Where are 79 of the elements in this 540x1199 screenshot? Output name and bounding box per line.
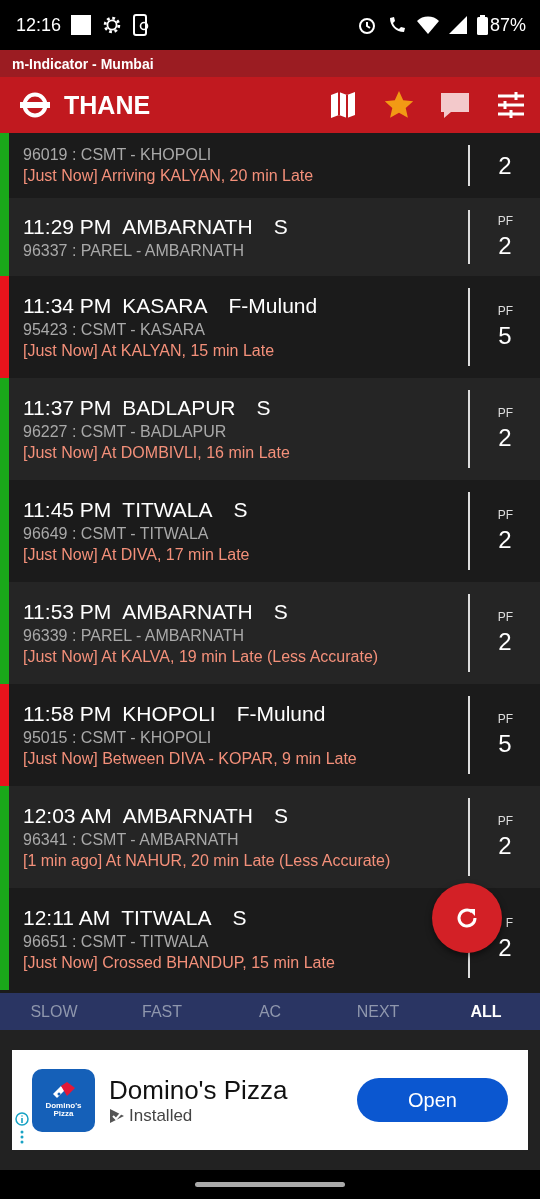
departure-time: 11:45 PM (23, 498, 112, 522)
filter-tab[interactable]: FAST (108, 993, 216, 1030)
platform-label: PF (497, 712, 513, 726)
platform-label: PF (497, 304, 513, 318)
install-status: Installed (129, 1105, 193, 1126)
train-number: 96337 : PAREL - AMBARNATH (23, 241, 246, 260)
platform-number: 2 (498, 232, 512, 260)
train-number: 96019 : CSMT - KHOPOLI (23, 146, 213, 164)
destination: KHOPOLI (122, 702, 216, 726)
live-status: [Just Now] Crossed BHANDUP, 15 min Late (23, 954, 336, 972)
filter-tab[interactable]: AC (216, 993, 324, 1030)
app-icon: Domino's Pizza (32, 1068, 95, 1132)
alarm-icon (356, 15, 377, 35)
train-type: F-Mulund (236, 702, 326, 726)
train-type: S (274, 804, 289, 828)
roundel-icon (20, 92, 50, 118)
train-type: S (273, 214, 288, 239)
destination: KASARA (122, 294, 208, 318)
notification-square-icon (71, 15, 92, 35)
live-status: [Just Now] At KALVA, 19 min Late (Less Accurate) (23, 648, 380, 666)
clock: 12:16 (16, 14, 62, 36)
train-number: 96649 : CSMT - TITWALA (23, 525, 210, 543)
train-type: S (232, 906, 247, 930)
platform-number: 2 (498, 832, 512, 860)
platform-number: 2 (498, 628, 512, 656)
platform-label: PF (497, 610, 513, 624)
train-number: 95423 : CSMT - KASARA (23, 321, 206, 339)
train-number: 96227 : CSMT - BADLAPUR (23, 423, 228, 441)
platform-number: 5 (498, 322, 512, 350)
live-status: [Just Now] Arriving KALYAN, 20 min Late (23, 167, 315, 185)
train-number: 96341 : CSMT - AMBARNATH (23, 831, 240, 849)
platform-number: 2 (498, 424, 512, 452)
train-number: 96651 : CSMT - TITWALA (23, 933, 210, 951)
platform-label: PF (497, 814, 513, 828)
platform-label: F (504, 916, 513, 930)
live-status: [Just Now] At DOMBIVLI, 16 min Late (23, 444, 291, 462)
platform-label: PF (497, 508, 513, 522)
train-type: S (233, 498, 248, 522)
open-button[interactable]: Open (357, 1078, 508, 1122)
destination: AMBARNATH (122, 804, 254, 828)
station-name[interactable]: THANE (64, 90, 151, 120)
play-check-icon (109, 1107, 125, 1124)
departure-time: 11:53 PM (23, 600, 112, 624)
destination: TITWALA (121, 906, 212, 930)
train-type: F-Mulund (228, 294, 318, 318)
platform-label: PF (497, 406, 513, 420)
ad-app-name: Domino's Pizza (109, 1074, 288, 1106)
departure-time: 12:11 AM (23, 906, 111, 930)
train-number: 96339 : PAREL - AMBARNATH (23, 627, 246, 645)
app-title: m-Indicator - Mumbai (12, 55, 154, 72)
platform-number: 2 (498, 151, 512, 180)
wifi-icon (416, 16, 439, 34)
train-type: S (256, 396, 271, 420)
filter-tab[interactable]: ALL (432, 993, 540, 1030)
ad-info-icon[interactable] (15, 1112, 29, 1146)
signal-icon (448, 16, 467, 34)
departure-time: 12:03 AM (23, 804, 112, 828)
departure-time: 11:29 PM (23, 214, 112, 239)
battery-icon (476, 15, 488, 35)
departure-time: 11:37 PM (23, 396, 112, 420)
platform-number: 2 (498, 526, 512, 554)
destination: TITWALA (122, 498, 213, 522)
destination: AMBARNATH (122, 600, 253, 624)
platform-number: 2 (498, 934, 512, 962)
train-type: S (273, 600, 288, 624)
departure-time: 11:34 PM (23, 294, 112, 318)
live-status: [Just Now] At KALYAN, 15 min Late (23, 342, 276, 360)
live-status: [Just Now] Between DIVA - KOPAR, 9 min Late (23, 750, 358, 768)
destination: BADLAPUR (122, 396, 236, 420)
departure-time: 11:58 PM (23, 702, 112, 726)
battery-percent: 87% (489, 14, 526, 36)
train-number: 95015 : CSMT - KHOPOLI (23, 729, 213, 747)
filter-tab[interactable]: NEXT (324, 993, 432, 1030)
live-status: [Just Now] At DIVA, 17 min Late (23, 546, 251, 564)
live-status: [1 min ago] At NAHUR, 20 min Late (Less Accurate) (23, 852, 392, 870)
platform-number: 5 (498, 730, 512, 758)
filter-tab[interactable]: SLOW (0, 993, 108, 1030)
platform-label: PF (497, 214, 513, 228)
destination: AMBARNATH (122, 214, 253, 239)
